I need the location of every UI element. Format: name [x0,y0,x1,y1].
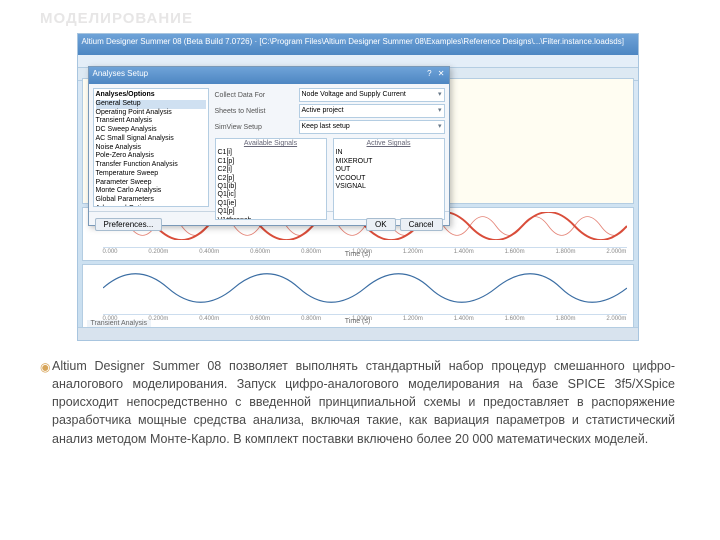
simview-select[interactable]: Keep last setup [299,120,445,134]
wave2-xlabel: Time (s) [345,318,370,325]
list-item[interactable]: Pole-Zero Analysis [96,152,206,161]
preferences-button[interactable]: Preferences... [95,218,163,231]
list-item[interactable]: Advanced Options [96,205,206,207]
ok-button[interactable]: OK [366,218,396,231]
list-item[interactable]: DC Sweep Analysis [96,126,206,135]
field-label: SimView Setup [215,124,295,131]
list-item[interactable]: Monte Carlo Analysis [96,187,206,196]
list-item[interactable]: General Setup [96,100,206,109]
bullet-icon: ◉ [40,357,52,448]
analysis-list[interactable]: Analyses/Options General Setup Operating… [93,88,209,207]
list-item[interactable]: Transient Analysis [96,117,206,126]
field-label: Collect Data For [215,92,295,99]
list-item[interactable]: Global Parameters [96,196,206,205]
analyses-setup-dialog: Analyses Setup ? ✕ Analyses/Options Gene… [88,66,450,226]
field-label: Sheets to Netlist [215,108,295,115]
wave2-ticks: 0.0000.200m0.400m0.600m0.800m1.000m1.200… [103,314,627,315]
list-item[interactable]: Operating Point Analysis [96,109,206,118]
body-content: ◉ Altium Designer Summer 08 позволяет вы… [40,357,675,448]
waveform-panel-2: 0.0000.200m0.400m0.600m0.800m1.000m1.200… [82,264,634,328]
app-screenshot: Altium Designer Summer 08 (Beta Build 7.… [77,33,639,341]
collect-data-select[interactable]: Node Voltage and Supply Current [299,88,445,102]
cancel-button[interactable]: Cancel [400,218,443,231]
list-item[interactable]: Noise Analysis [96,144,206,153]
available-signals-list[interactable]: Available Signals C1[i]C1[p] C2[i]C2[p] … [215,138,327,220]
sheets-select[interactable]: Active project [299,104,445,118]
list-item[interactable]: Parameter Sweep [96,179,206,188]
app-tabstrip [78,327,638,340]
list-item[interactable]: Transfer Function Analysis [96,161,206,170]
dialog-titlebar: Analyses Setup ? ✕ [89,67,449,84]
list-item[interactable]: Temperature Sweep [96,170,206,179]
wave1-ticks: 0.0000.200m0.400m0.600m0.800m1.000m1.200… [103,247,627,248]
window-titlebar: Altium Designer Summer 08 (Beta Build 7.… [78,34,638,55]
wave1-xlabel: Time (s) [345,251,370,258]
close-icon[interactable]: ✕ [438,69,445,78]
wave-tab: Transient Analysis [87,320,152,327]
list-item[interactable]: AC Small Signal Analysis [96,135,206,144]
body-paragraph: Altium Designer Summer 08 позволяет выпо… [52,357,675,448]
list-item[interactable]: Analyses/Options [96,91,206,100]
dialog-title: Analyses Setup [93,69,149,84]
active-signals-list[interactable]: Active Signals INMIXEROUT OUTVCOOUT VSIG… [333,138,445,220]
help-icon[interactable]: ? [427,69,431,78]
slide-title: МОДЕЛИРОВАНИЕ [40,10,675,27]
